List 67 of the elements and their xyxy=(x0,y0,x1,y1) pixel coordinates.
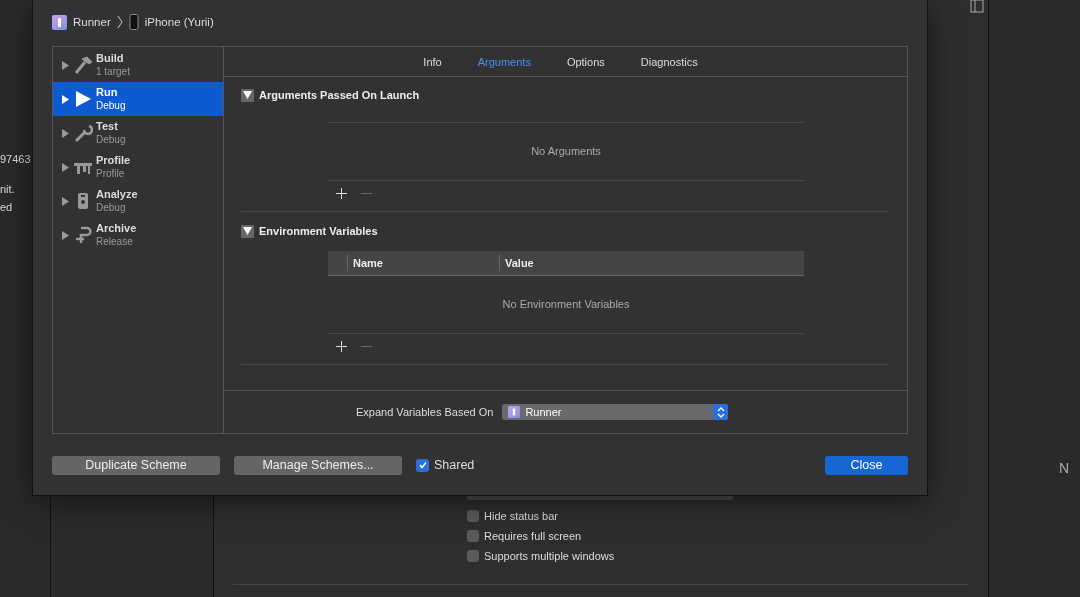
section-title: Arguments Passed On Launch xyxy=(259,89,420,101)
close-button[interactable]: Close xyxy=(825,455,908,475)
disclosure-icon[interactable] xyxy=(62,60,69,70)
truncated-text: nit. xyxy=(0,183,16,195)
scheme-action-subtitle: Debug xyxy=(96,99,126,112)
tab[interactable]: Diagnostics xyxy=(640,55,698,68)
add-icon[interactable] xyxy=(336,187,347,199)
checkbox-label: Shared xyxy=(434,458,475,472)
scheme-action-title: Run xyxy=(96,86,119,99)
checkbox[interactable] xyxy=(416,458,429,472)
disclosure-icon[interactable] xyxy=(62,94,69,104)
tab[interactable]: Options xyxy=(566,55,605,68)
manage-schemes-button[interactable]: Manage Schemes... xyxy=(234,455,402,475)
checkbox[interactable] xyxy=(467,550,479,562)
tab[interactable]: Info xyxy=(423,55,442,68)
scheme-action-subtitle: Profile xyxy=(96,167,126,180)
scheme-action-item[interactable]: Archive Release xyxy=(53,218,223,252)
disclosure-icon[interactable] xyxy=(62,196,69,206)
tab[interactable]: Arguments xyxy=(477,55,531,68)
disclosure-icon[interactable] xyxy=(62,162,69,172)
truncated-text: N xyxy=(1059,460,1070,476)
empty-table-message: No Environment Variables xyxy=(501,297,631,312)
breadcrumb-item[interactable]: Runner xyxy=(73,16,111,28)
checkbox-label: Requires full screen xyxy=(484,530,582,542)
scheme-action-title: Analyze xyxy=(96,188,138,201)
archive-icon xyxy=(73,225,93,245)
breadcrumb-item[interactable]: iPhone (Yurii) xyxy=(144,16,214,28)
scheme-action-subtitle: Debug xyxy=(96,133,126,146)
app-icon xyxy=(52,14,67,30)
checkbox-label: Hide status bar xyxy=(484,510,558,522)
scheme-action-item[interactable]: Analyze Debug xyxy=(53,184,223,218)
scheme-action-subtitle: Debug xyxy=(96,201,127,214)
empty-table-message: No Arguments xyxy=(530,144,602,159)
disclosure-button[interactable] xyxy=(241,224,254,238)
scheme-action-title: Build xyxy=(96,52,125,65)
truncated-text: 97463 xyxy=(0,153,32,165)
popup-button[interactable]: Runner xyxy=(502,404,729,420)
scheme-action-item[interactable]: Test Debug xyxy=(53,116,223,150)
wrench-icon xyxy=(73,123,93,143)
scheme-action-title: Test xyxy=(96,120,119,133)
column-header[interactable]: Value xyxy=(500,255,534,271)
checkbox-label: Supports multiple windows xyxy=(484,550,615,562)
stepper-icon xyxy=(713,404,729,420)
chevron-icon xyxy=(116,15,123,29)
phone-icon xyxy=(128,14,139,30)
truncated-text: ed xyxy=(0,201,14,213)
add-icon[interactable] xyxy=(336,340,347,352)
play-icon xyxy=(73,89,93,109)
scheme-action-title: Archive xyxy=(96,222,137,235)
checkbox[interactable] xyxy=(467,530,479,542)
panel-icon[interactable] xyxy=(970,0,984,13)
hammer-icon xyxy=(73,55,93,75)
scheme-action-item[interactable]: Build 1 target xyxy=(53,48,223,82)
disclosure-icon[interactable] xyxy=(62,128,69,138)
column-header[interactable]: Name xyxy=(348,255,500,271)
disclosure-button[interactable] xyxy=(241,88,254,102)
scheme-action-item[interactable]: Run Debug xyxy=(53,82,223,116)
scheme-action-item[interactable]: Profile Profile xyxy=(53,150,223,184)
checkbox[interactable] xyxy=(467,510,479,522)
duplicate-scheme-button[interactable]: Duplicate Scheme xyxy=(52,455,220,475)
disclosure-icon[interactable] xyxy=(62,230,69,240)
app-icon xyxy=(508,406,521,418)
scheme-action-subtitle: 1 target xyxy=(96,65,130,78)
scheme-action-subtitle: Release xyxy=(96,235,134,248)
scheme-action-title: Profile xyxy=(96,154,131,167)
section-title: Environment Variables xyxy=(259,225,378,237)
field-label: Expand Variables Based On xyxy=(356,406,494,418)
